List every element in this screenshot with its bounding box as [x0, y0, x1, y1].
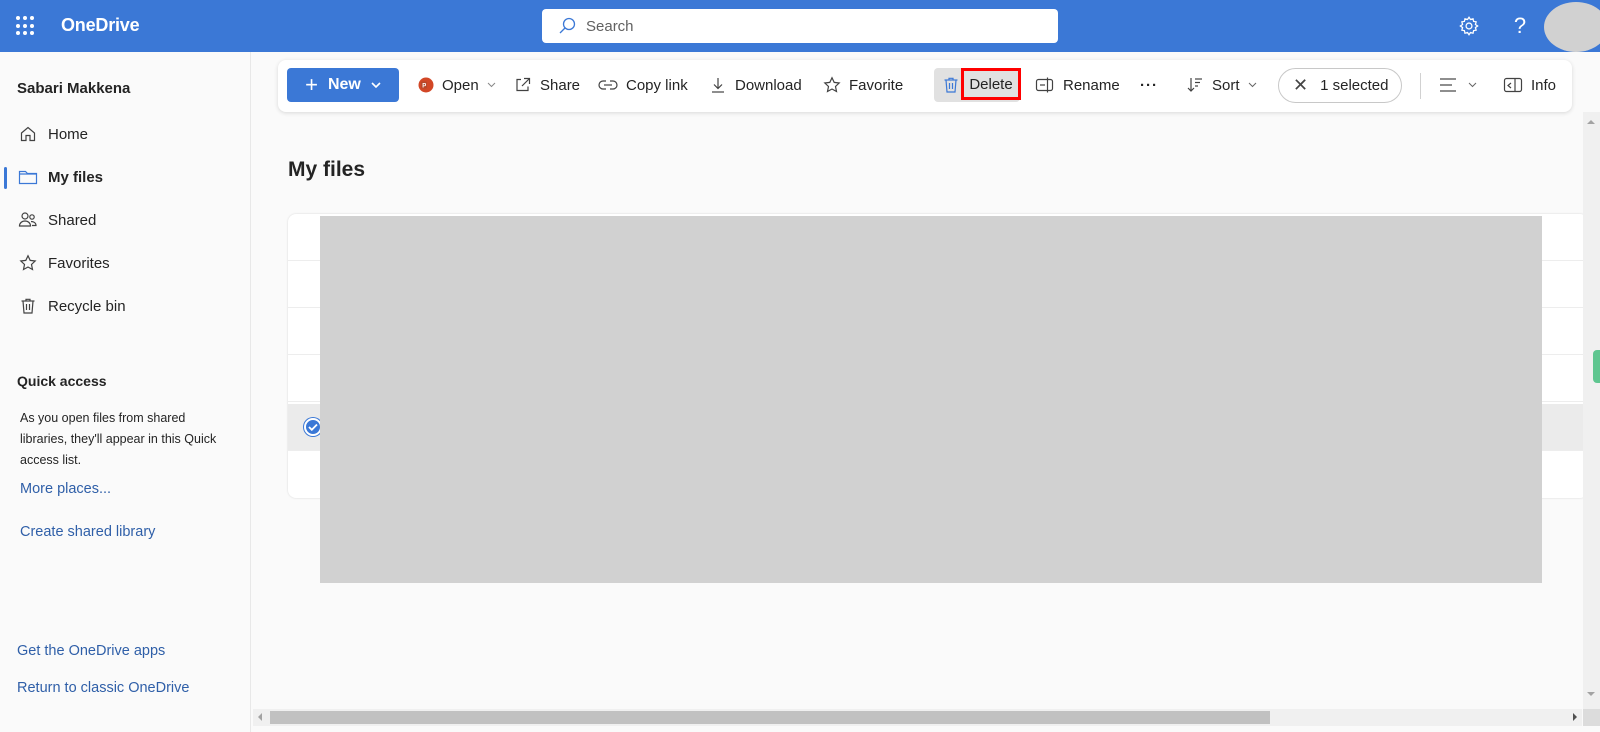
gear-icon[interactable] — [1456, 13, 1482, 39]
redacted-region — [320, 216, 1542, 583]
scroll-up-icon[interactable] — [1587, 120, 1595, 124]
user-name: Sabari Makkena — [17, 80, 131, 97]
return-classic-link[interactable]: Return to classic OneDrive — [17, 680, 189, 696]
search-icon — [559, 17, 576, 34]
side-panel-handle[interactable] — [1593, 350, 1600, 383]
waffle-icon[interactable] — [16, 16, 36, 36]
more-options-button[interactable]: ··· — [1140, 68, 1158, 102]
favorite-label: Favorite — [849, 76, 904, 94]
sort-icon — [1187, 78, 1202, 92]
open-label: Open — [442, 76, 479, 94]
selected-count: 1 selected — [1320, 77, 1389, 94]
search-input[interactable] — [586, 17, 1026, 35]
svg-text:P: P — [422, 83, 426, 89]
vertical-scrollbar[interactable] — [1583, 112, 1600, 726]
clear-selection-button[interactable]: ✕ 1 selected — [1278, 68, 1402, 103]
sidebar-item-label: My files — [48, 168, 104, 186]
download-icon — [712, 78, 724, 93]
info-pane-icon — [1503, 77, 1523, 93]
people-icon — [18, 210, 38, 230]
plus-icon: + — [305, 72, 318, 97]
top-bar: OneDrive ? — [0, 0, 1600, 52]
delete-label[interactable]: Delete — [961, 68, 1021, 100]
download-label: Download — [735, 76, 802, 94]
command-bar: + New P Open Share Copy link Download Fa… — [278, 60, 1572, 112]
view-list-icon — [1440, 78, 1456, 92]
chevron-down-icon — [1468, 82, 1477, 88]
new-button[interactable]: + New — [287, 68, 399, 102]
help-icon[interactable]: ? — [1507, 13, 1533, 39]
share-icon — [516, 77, 531, 92]
copy-link-button[interactable]: Copy link — [598, 68, 688, 102]
open-button[interactable]: P Open — [418, 68, 504, 102]
avatar[interactable] — [1544, 2, 1600, 52]
new-label: New — [327, 76, 361, 93]
sort-label: Sort — [1212, 76, 1240, 94]
app-title[interactable]: OneDrive — [61, 15, 140, 36]
chevron-down-icon — [1248, 82, 1256, 88]
folder-icon — [18, 167, 38, 187]
close-icon: ✕ — [1293, 75, 1309, 95]
link-icon — [598, 80, 618, 90]
sidebar-item-label: Home — [48, 125, 89, 143]
rename-label: Rename — [1063, 76, 1120, 94]
share-button[interactable]: Share — [514, 68, 580, 102]
sort-button[interactable]: Sort — [1186, 68, 1265, 102]
copy-link-label: Copy link — [626, 76, 688, 94]
sidebar-item-my-files[interactable]: My files — [0, 159, 250, 195]
home-icon — [18, 124, 38, 144]
quick-access-title: Quick access — [17, 373, 107, 389]
get-apps-link[interactable]: Get the OneDrive apps — [17, 643, 165, 659]
scrollbar-corner — [1583, 709, 1600, 726]
sidebar-item-label: Favorites — [48, 254, 110, 272]
chevron-down-icon — [371, 82, 381, 88]
powerpoint-icon: P — [418, 77, 434, 93]
sidebar: Sabari Makkena Home My files Shared Favo… — [0, 52, 251, 732]
sidebar-item-label: Recycle bin — [48, 297, 126, 315]
sidebar-item-home[interactable]: Home — [0, 116, 250, 152]
create-shared-library-link[interactable]: Create shared library — [20, 524, 155, 540]
sidebar-item-favorites[interactable]: Favorites — [0, 245, 250, 281]
scroll-right-icon[interactable] — [1573, 713, 1577, 721]
trash-icon — [18, 296, 38, 316]
search-box[interactable] — [542, 9, 1058, 43]
page-title: My files — [288, 158, 366, 181]
scrollbar-thumb[interactable] — [270, 711, 1270, 724]
scroll-down-icon[interactable] — [1587, 692, 1595, 696]
more-places-link[interactable]: More places... — [20, 481, 111, 497]
star-icon — [823, 76, 841, 93]
favorite-button[interactable]: Favorite — [823, 68, 903, 102]
scroll-left-icon[interactable] — [258, 713, 262, 721]
rename-icon — [1035, 77, 1054, 93]
horizontal-scrollbar[interactable] — [253, 709, 1582, 726]
quick-access-description: As you open files from shared libraries,… — [20, 411, 217, 467]
info-button[interactable]: Info — [1503, 68, 1556, 102]
rename-button[interactable]: Rename — [1035, 68, 1120, 102]
sidebar-item-recycle-bin[interactable]: Recycle bin — [0, 288, 250, 324]
chevron-down-icon — [487, 82, 496, 88]
sidebar-item-shared[interactable]: Shared — [0, 202, 250, 238]
sidebar-item-label: Shared — [48, 211, 97, 229]
divider — [1420, 73, 1421, 99]
view-options-button[interactable] — [1438, 68, 1485, 102]
trash-icon — [944, 77, 958, 93]
download-button[interactable]: Download — [709, 68, 802, 102]
star-icon — [18, 253, 38, 273]
info-label: Info — [1531, 76, 1557, 94]
share-label: Share — [540, 76, 581, 94]
